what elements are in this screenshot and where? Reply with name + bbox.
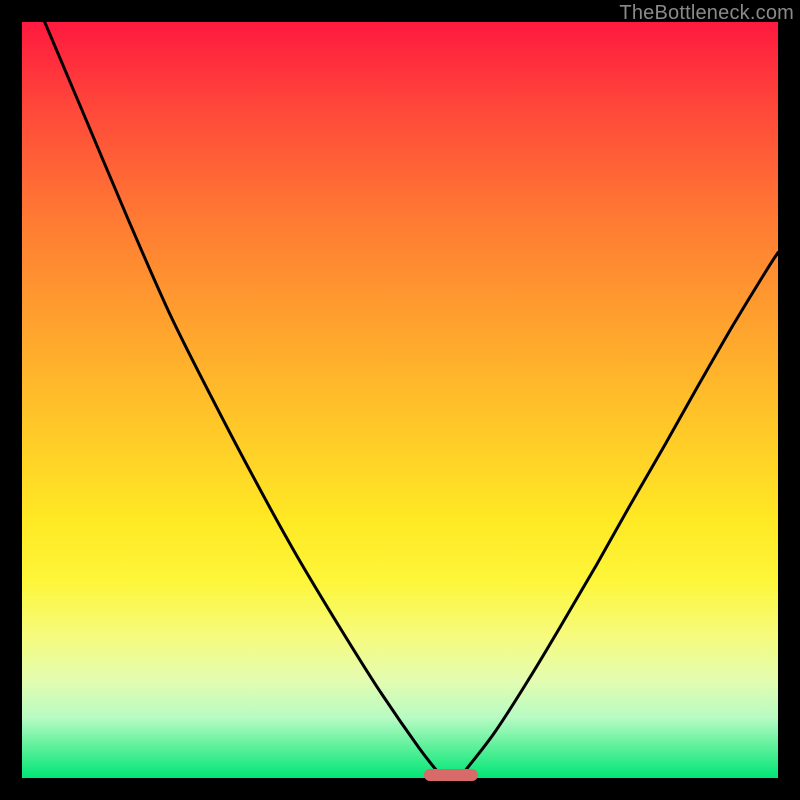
bottleneck-curve bbox=[22, 22, 778, 778]
chart-frame: TheBottleneck.com bbox=[0, 0, 800, 800]
watermark-text: TheBottleneck.com bbox=[619, 2, 794, 25]
plot-area bbox=[22, 22, 778, 778]
minimum-marker bbox=[424, 769, 478, 781]
curve-path bbox=[45, 22, 778, 777]
